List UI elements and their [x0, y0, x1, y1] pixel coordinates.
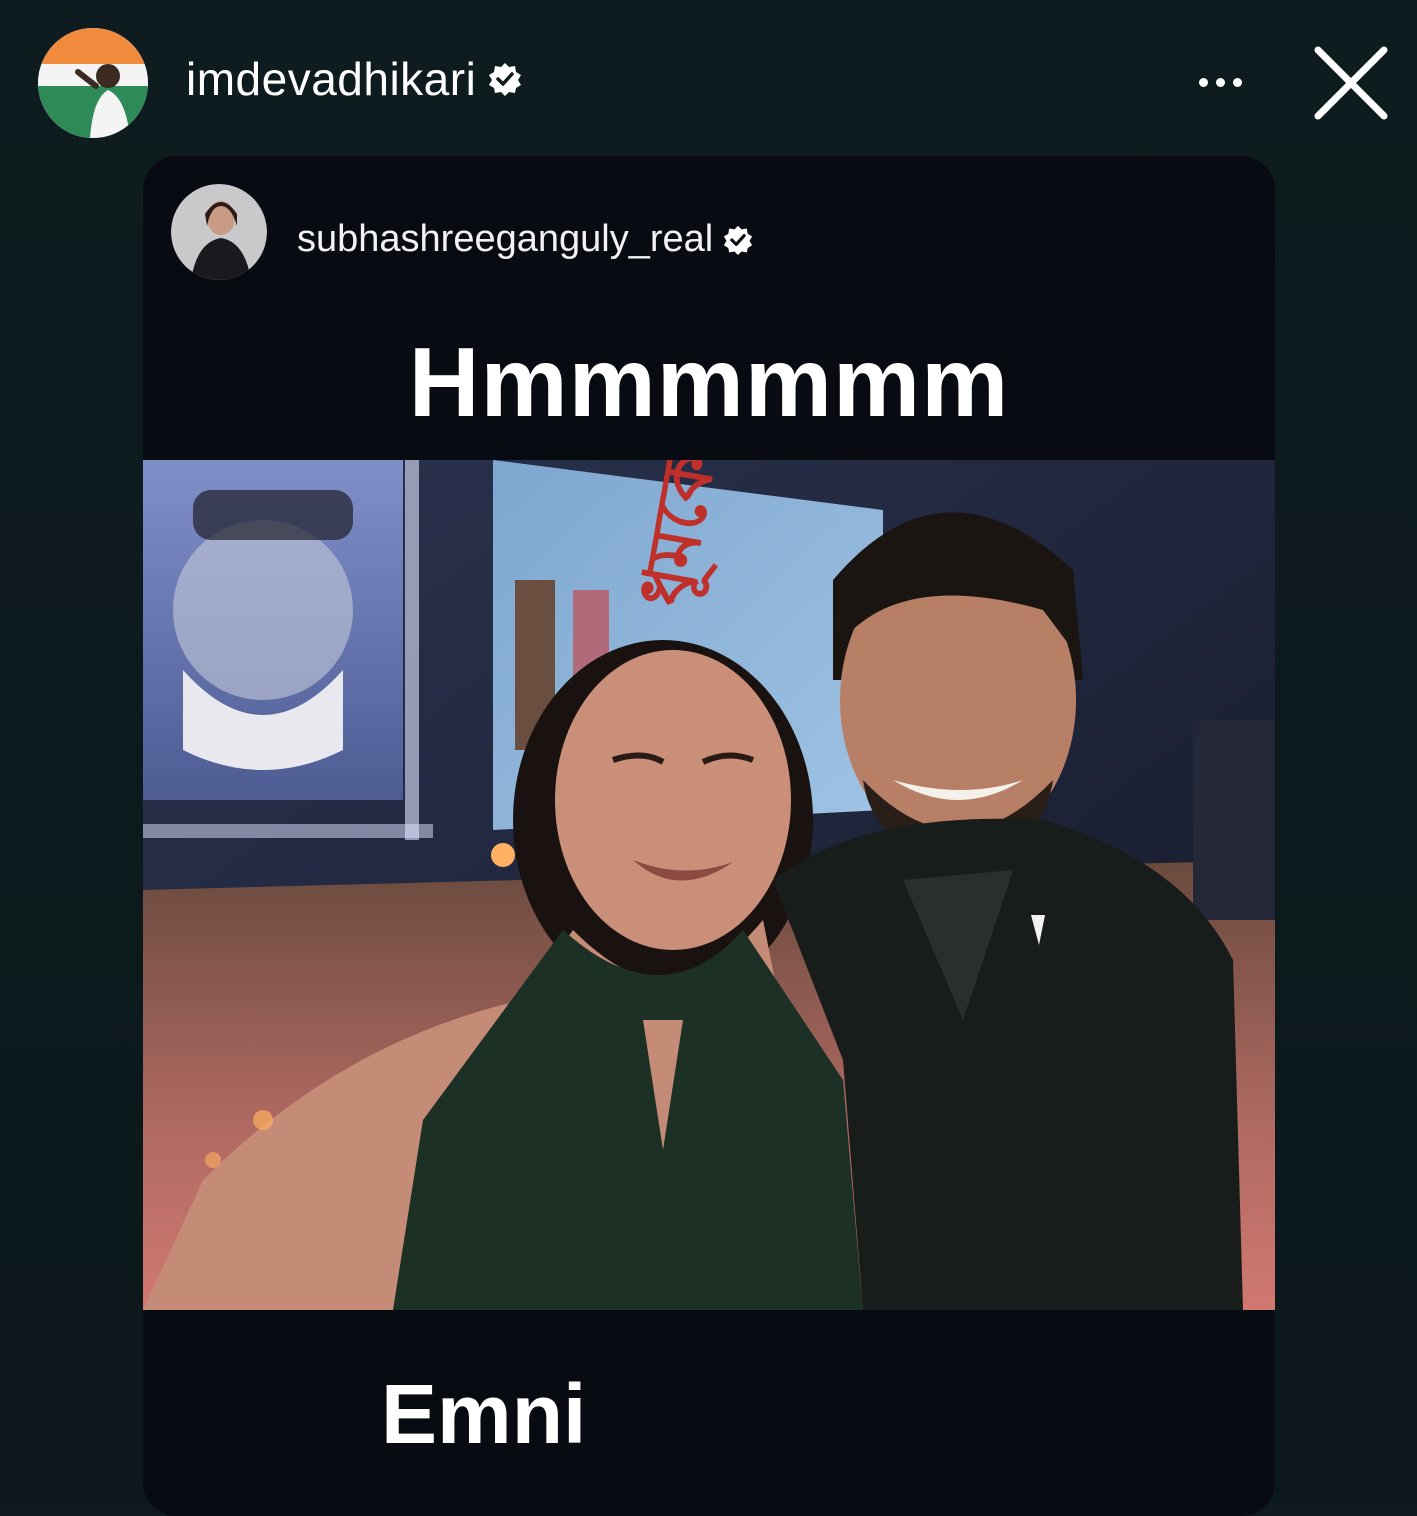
shared-avatar-image-icon	[171, 184, 267, 280]
selfie-photo: ধূমকেতু	[143, 460, 1275, 1310]
more-options-icon	[1198, 77, 1208, 87]
selfie-photo-icon: ধূমকেতু	[143, 460, 1275, 1310]
close-icon	[1314, 46, 1388, 120]
close-button[interactable]	[1310, 42, 1392, 124]
more-options-dot	[1232, 77, 1242, 87]
story-avatar[interactable]	[38, 28, 148, 138]
shared-post-username-text[interactable]: subhashreeganguly_real	[297, 218, 713, 261]
verified-badge-icon	[489, 63, 522, 96]
shared-post-username[interactable]: subhashreeganguly_real	[297, 218, 753, 261]
more-options-dot	[1215, 77, 1225, 87]
story-header: imdevadhikari	[0, 0, 1417, 160]
more-options-button[interactable]	[1188, 62, 1252, 102]
shared-post-card[interactable]: subhashreeganguly_real Hmmmmmm ধূমকেতু E…	[143, 156, 1275, 1516]
verified-badge-icon	[724, 225, 753, 255]
caption-top: Hmmmmmm	[408, 327, 1010, 437]
shared-post-avatar[interactable]	[171, 184, 267, 280]
caption-bottom: Emni	[381, 1367, 587, 1461]
avatar-image-icon	[38, 28, 148, 138]
story-username[interactable]: imdevadhikari	[186, 52, 522, 106]
story-username-text[interactable]: imdevadhikari	[186, 52, 476, 106]
